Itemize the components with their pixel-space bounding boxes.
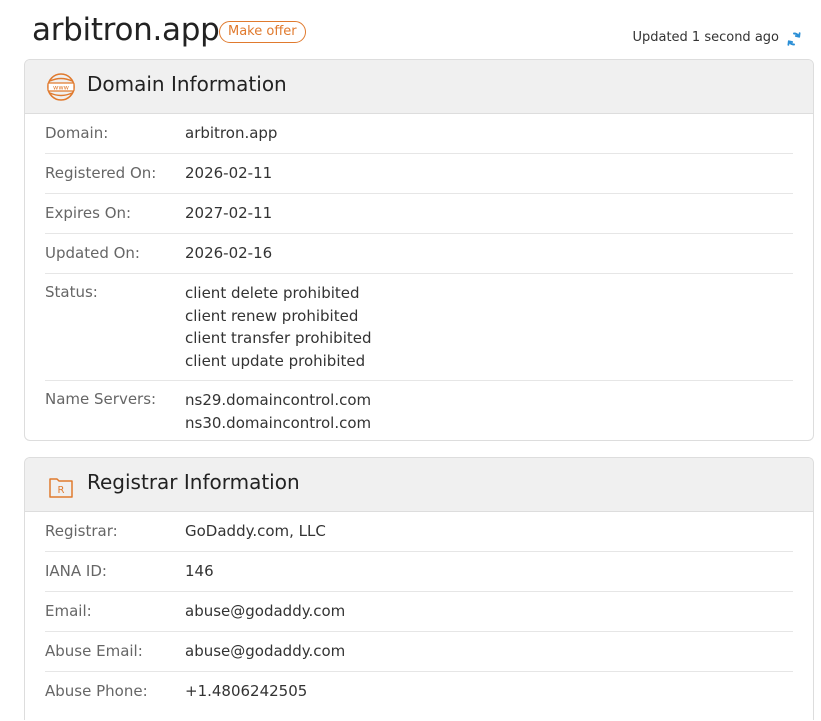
row-label: Status: [45,283,98,301]
registrar-info-title: Registrar Information [87,470,300,494]
nameserver-item: ns29.domaincontrol.com [185,391,372,409]
row-label: Expires On: [45,204,132,222]
row-label: IANA ID: [45,562,107,580]
domain-info-card: www Domain Information Domain: arbitron.… [24,59,814,441]
nameservers-row: Name Servers: ns29.domaincontrol.com ns3… [45,381,793,440]
updated-row: Updated On: 2026-02-16 [45,234,793,274]
registrar-info-card: R Registrar Information Registrar: GoDad… [24,457,814,720]
nameserver-list: ns29.domaincontrol.com ns30.domaincontro… [185,381,372,440]
status-item: client delete prohibited [185,284,360,302]
row-label: Updated On: [45,244,140,262]
www-globe-icon: www [47,73,75,101]
status-item: client update prohibited [185,351,366,370]
abuse-email-row: Abuse Email: abuse@godaddy.com [45,632,793,672]
registered-row: Registered On: 2026-02-11 [45,154,793,194]
email-row: Email: abuse@godaddy.com [45,592,793,632]
registrar-folder-icon: R [49,478,73,498]
row-value: 146 [185,562,214,580]
row-value: arbitron.app [185,124,278,142]
domain-row: Domain: arbitron.app [45,114,793,154]
row-label: Abuse Phone: [45,682,148,700]
row-label: Domain: [45,124,109,142]
updated-status: Updated 1 second ago [632,30,779,45]
svg-text:www: www [53,84,70,92]
registrar-row: Registrar: GoDaddy.com, LLC [45,512,793,552]
row-label: Registrar: [45,522,118,540]
expires-row: Expires On: 2027-02-11 [45,194,793,234]
row-value: abuse@godaddy.com [185,602,346,620]
iana-row: IANA ID: 146 [45,552,793,592]
row-label: Registered On: [45,164,157,182]
make-offer-button[interactable]: Make offer [219,21,306,43]
status-item: client transfer prohibited [185,329,372,347]
registrar-info-header: R Registrar Information [25,458,813,512]
abuse-phone-row: Abuse Phone: +1.4806242505 [45,672,793,711]
row-label: Name Servers: [45,390,157,408]
row-value: 2026-02-11 [185,164,273,182]
domain-info-title: Domain Information [87,72,287,96]
domain-info-header: www Domain Information [25,60,813,114]
row-label: Abuse Email: [45,642,143,660]
row-value: +1.4806242505 [185,682,308,700]
row-value: 2027-02-11 [185,204,273,222]
row-value: abuse@godaddy.com [185,642,346,660]
row-value: GoDaddy.com, LLC [185,522,326,540]
status-list: client delete prohibited client renew pr… [185,274,372,380]
nameserver-item: ns30.domaincontrol.com [185,413,372,432]
status-row: Status: client delete prohibited client … [45,274,793,381]
row-label: Email: [45,602,92,620]
row-value: 2026-02-16 [185,244,273,262]
domain-title: arbitron.app [32,12,220,48]
refresh-icon[interactable] [785,30,803,48]
page-header: arbitron.app Make offer Updated 1 second… [0,0,821,58]
svg-text:R: R [58,485,65,496]
status-item: client renew prohibited [185,306,359,325]
